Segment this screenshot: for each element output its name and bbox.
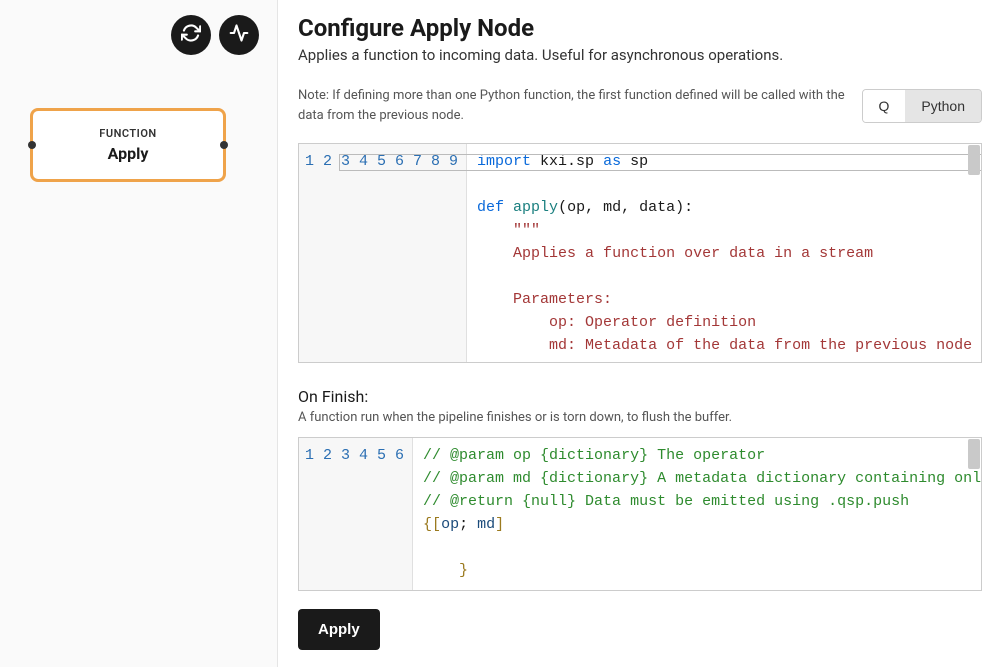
node-title-label: Apply — [108, 144, 149, 163]
activity-icon — [229, 23, 249, 47]
onfinish-desc: A function run when the pipeline finishe… — [298, 410, 982, 425]
editor-gutter: 1 2 3 4 5 6 7 8 9 — [299, 144, 467, 362]
language-toggle: Q Python — [862, 89, 982, 123]
config-panel: Configure Apply Node Applies a function … — [278, 0, 1002, 667]
onfinish-title: On Finish: — [298, 387, 982, 406]
scrollbar[interactable] — [968, 439, 980, 469]
apply-button[interactable]: Apply — [298, 609, 380, 650]
editor-content[interactable]: // @param op {dictionary} The operator /… — [413, 438, 981, 590]
page-title: Configure Apply Node — [298, 14, 982, 42]
scrollbar[interactable] — [968, 145, 980, 175]
refresh-button[interactable] — [171, 15, 211, 55]
editor-content[interactable]: import kxi.sp as sp def apply(op, md, da… — [467, 144, 981, 362]
lang-q-button[interactable]: Q — [863, 90, 906, 122]
editor-gutter: 1 2 3 4 5 6 — [299, 438, 413, 590]
canvas-toolbar — [171, 15, 259, 55]
node-input-port[interactable] — [28, 141, 36, 149]
note-text: Note: If defining more than one Python f… — [298, 86, 846, 125]
refresh-icon — [181, 23, 201, 47]
activity-button[interactable] — [219, 15, 259, 55]
node-function-apply[interactable]: FUNCTION Apply — [30, 108, 226, 182]
editor-onfinish[interactable]: 1 2 3 4 5 6 // @param op {dictionary} Th… — [298, 437, 982, 591]
page-subtitle: Applies a function to incoming data. Use… — [298, 46, 982, 64]
node-output-port[interactable] — [220, 141, 228, 149]
editor-apply[interactable]: 1 2 3 4 5 6 7 8 9 import kxi.sp as sp de… — [298, 143, 982, 363]
canvas-panel: FUNCTION Apply — [0, 0, 278, 667]
node-category-label: FUNCTION — [99, 127, 156, 140]
lang-python-button[interactable]: Python — [905, 90, 981, 122]
